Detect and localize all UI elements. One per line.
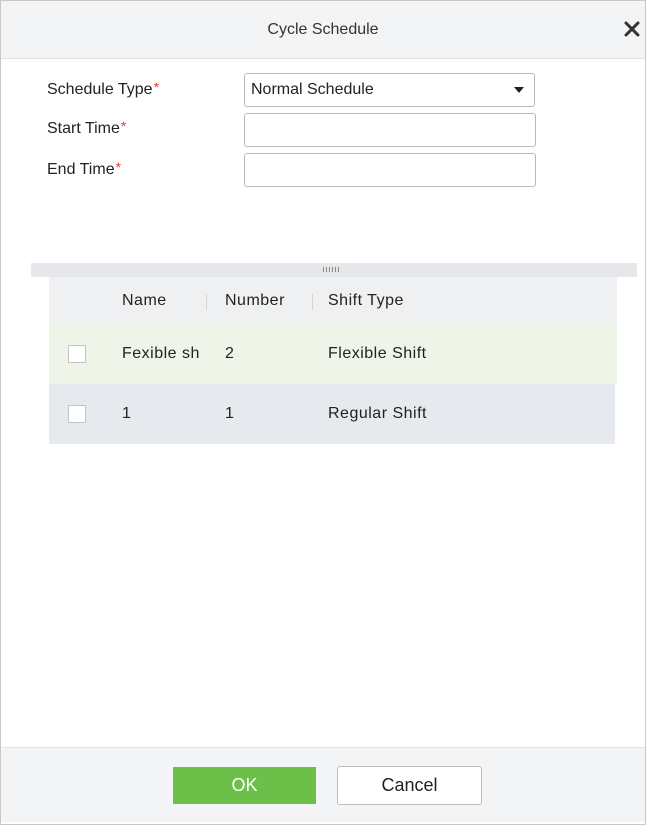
dialog-header: Cycle Schedule [1,1,645,59]
column-header-shift-type[interactable]: Shift Type [328,277,404,324]
schedule-type-label: Schedule Type* [47,79,160,98]
ok-button[interactable]: OK [173,767,316,804]
column-header-number[interactable]: Number [225,277,285,324]
chevron-down-icon [514,87,524,93]
cancel-button[interactable]: Cancel [337,766,482,805]
schedule-type-value: Normal Schedule [251,81,374,98]
dialog-title: Cycle Schedule [267,21,379,38]
shift-table: Name Number Shift Type Fexible sh 2 Flex… [49,277,617,447]
cell-shift-type: Regular Shift [328,405,427,422]
table-row[interactable]: Fexible sh 2 Flexible Shift [49,324,617,384]
cell-number: 1 [225,405,235,422]
schedule-type-select[interactable]: Normal Schedule [244,73,535,107]
row-checkbox[interactable] [68,405,86,423]
panel-splitter[interactable] [31,263,637,277]
start-time-input[interactable] [244,113,536,147]
dialog-footer: OK Cancel [1,747,645,822]
cell-shift-type: Flexible Shift [328,345,427,362]
row-checkbox[interactable] [68,345,86,363]
cell-number: 2 [225,345,235,362]
required-mark: * [115,159,122,175]
required-mark: * [120,118,127,134]
cell-name: 1 [122,405,132,422]
column-header-name[interactable]: Name [122,277,167,324]
close-icon[interactable] [621,17,643,41]
table-header: Name Number Shift Type [49,277,617,324]
cycle-schedule-dialog: Cycle Schedule Schedule Type* Normal Sch… [0,0,646,825]
column-divider[interactable] [206,294,207,310]
end-time-input[interactable] [244,153,536,187]
drag-handle-icon[interactable] [323,267,339,272]
table-row[interactable]: 1 1 Regular Shift [49,384,615,444]
end-time-label: End Time* [47,159,122,178]
required-mark: * [153,79,160,95]
cell-name: Fexible sh [122,345,200,362]
start-time-label: Start Time* [47,118,127,137]
column-divider[interactable] [312,294,313,310]
